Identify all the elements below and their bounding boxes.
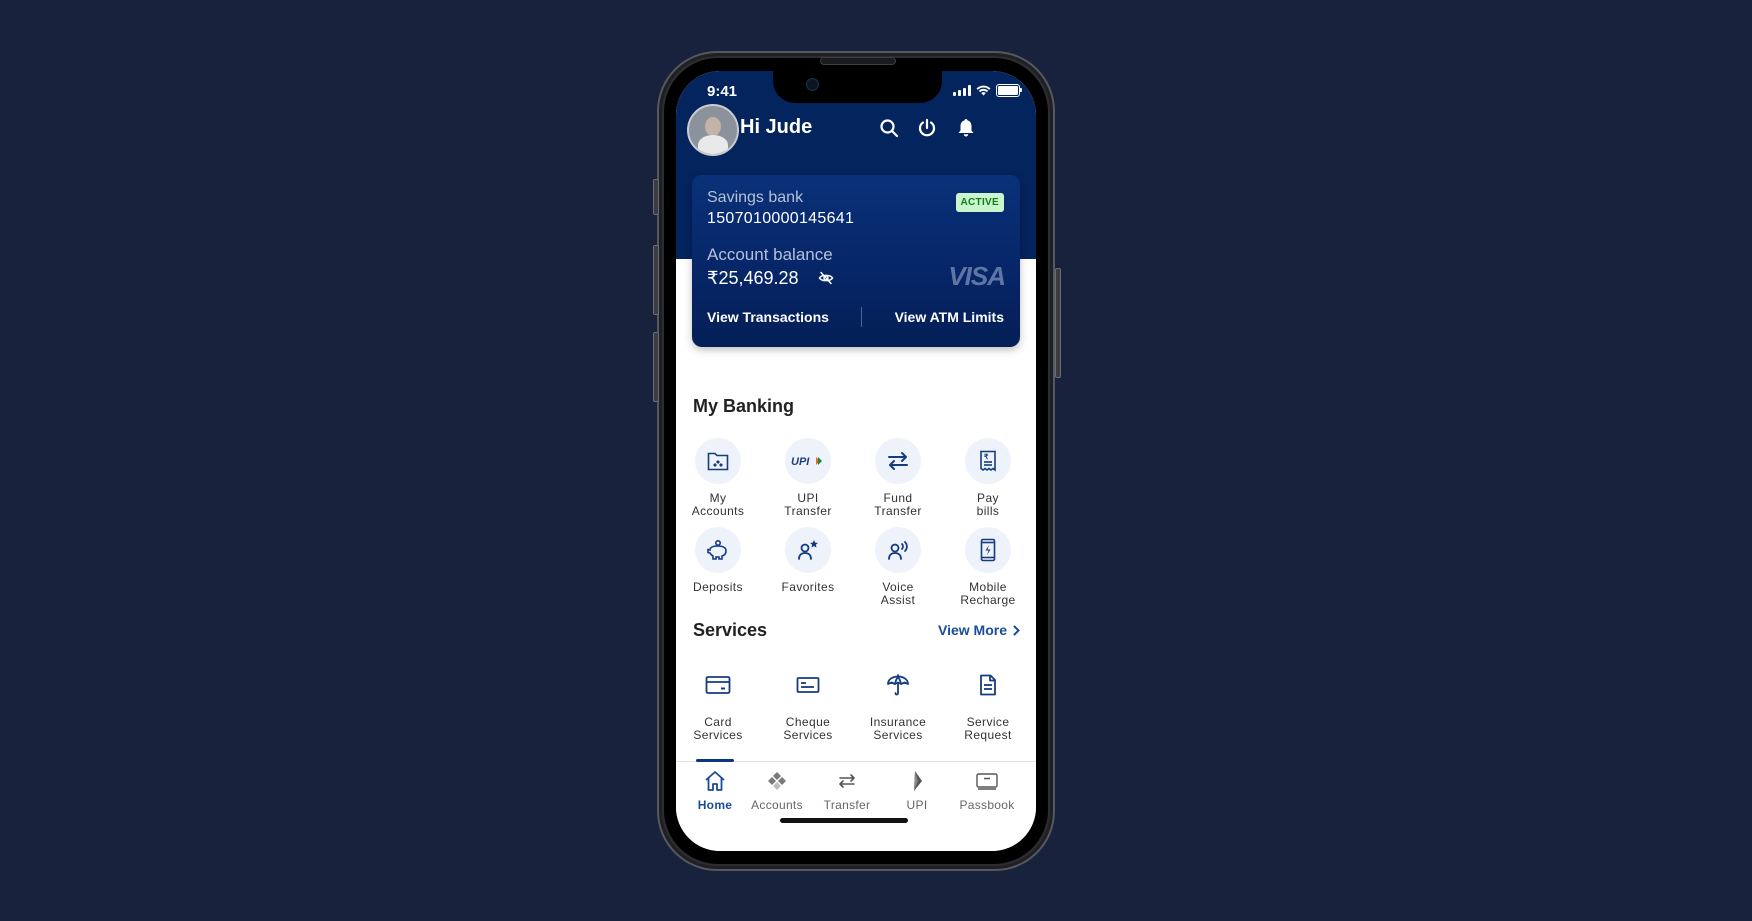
deposits-item[interactable]: Deposits: [676, 527, 763, 594]
insurance-services-item[interactable]: Insurance Services: [853, 662, 943, 742]
view-more-label: View More: [938, 622, 1007, 638]
my-banking-title: My Banking: [693, 396, 795, 416]
piggy-bank-icon: [707, 539, 727, 560]
view-atm-limits-link[interactable]: View ATM Limits: [895, 309, 1004, 325]
voice-assist-label: Voice Assist: [880, 580, 916, 607]
tab-upi-label: UPI: [906, 798, 928, 812]
volume-down-button: [653, 332, 659, 402]
status-icons: [953, 84, 1022, 97]
toggle-balance-visibility[interactable]: [818, 271, 836, 287]
upi-icon: UPI: [791, 456, 822, 467]
home-icon: [705, 771, 725, 791]
pay-bills-item[interactable]: ₹ Pay bills: [943, 438, 1033, 518]
tab-transfer[interactable]: Transfer: [812, 770, 882, 812]
tab-upi[interactable]: UPI: [882, 770, 952, 812]
home-indicator[interactable]: [780, 818, 908, 823]
transfer-arrows-icon: [888, 452, 908, 470]
wifi-icon: [976, 85, 991, 96]
passbook-icon: [976, 773, 998, 790]
voice-person-icon: [888, 541, 908, 560]
view-more-link[interactable]: View More: [938, 622, 1020, 638]
card-link-divider: [861, 307, 862, 327]
account-card: Savings bank 1507010000145641 ACTIVE Acc…: [692, 175, 1020, 347]
insurance-services-label: Insurance Services: [869, 715, 927, 742]
view-transactions-link[interactable]: View Transactions: [707, 309, 829, 325]
power-side-button: [1055, 268, 1061, 378]
deposits-label: Deposits: [693, 580, 743, 594]
voice-assist-item[interactable]: Voice Assist: [853, 527, 943, 607]
cellular-signal-icon: [953, 85, 971, 96]
cheque-services-label: Cheque Services: [783, 715, 833, 742]
tab-transfer-label: Transfer: [823, 798, 871, 812]
status-badge: ACTIVE: [955, 193, 1004, 212]
cheque-icon: [796, 677, 820, 693]
volume-up-button: [653, 245, 659, 315]
visa-logo: VISA: [948, 261, 1006, 291]
fund-transfer-item[interactable]: Fund Transfer: [853, 438, 943, 518]
my-accounts-label: My Accounts: [691, 491, 745, 518]
bottom-tab-bar: Home Accounts Transfer UPI Passbook: [676, 759, 1036, 851]
notch: [773, 71, 942, 103]
account-number: 1507010000145641: [707, 210, 855, 227]
accounts-logo-icon: [768, 772, 786, 790]
card-services-item[interactable]: Card Services: [676, 662, 763, 742]
favorites-label: Favorites: [781, 580, 835, 594]
phone-screen: 9:41 Hi Jude Savings bank 15070100001456…: [676, 71, 1036, 851]
favorites-item[interactable]: Favorites: [763, 527, 853, 594]
mobile-charge-icon: [980, 538, 996, 562]
notifications-button[interactable]: [953, 115, 979, 141]
card-icon: [705, 676, 731, 694]
svg-text:₹: ₹: [984, 453, 989, 461]
mute-switch: [653, 179, 659, 215]
services-title: Services: [693, 620, 768, 640]
svg-text:UPI: UPI: [791, 456, 810, 467]
tab-accounts-label: Accounts: [751, 798, 803, 812]
pay-bills-label: Pay bills: [976, 491, 1000, 518]
transfer-icon: [839, 774, 855, 788]
search-icon: [880, 119, 899, 138]
folder-accounts-icon: [707, 452, 729, 471]
status-time: 9:41: [707, 83, 738, 100]
search-button[interactable]: [876, 115, 902, 141]
service-request-label: Service Request: [964, 715, 1012, 742]
mobile-recharge-item[interactable]: Mobile Recharge: [943, 527, 1033, 607]
bell-icon: [958, 119, 974, 137]
upi-transfer-label: UPI Transfer: [784, 491, 832, 518]
upi-logo-icon: [914, 771, 922, 791]
document-icon: [980, 674, 996, 696]
bill-receipt-icon: ₹: [980, 450, 996, 472]
service-request-item[interactable]: Service Request: [943, 662, 1033, 742]
upi-transfer-item[interactable]: UPI UPI Transfer: [763, 438, 853, 518]
tab-passbook-label: Passbook: [959, 798, 1015, 812]
fund-transfer-label: Fund Transfer: [874, 491, 922, 518]
umbrella-icon: [887, 674, 909, 696]
person-star-icon: [798, 540, 818, 560]
greeting-text: Hi Jude: [740, 116, 813, 138]
tab-home-label: Home: [697, 798, 733, 812]
tab-home[interactable]: Home: [680, 770, 750, 812]
battery-icon: [996, 84, 1022, 97]
logout-button[interactable]: [914, 115, 940, 141]
tab-accounts[interactable]: Accounts: [742, 770, 812, 812]
my-accounts-item[interactable]: My Accounts: [676, 438, 763, 518]
profile-avatar[interactable]: [687, 104, 739, 156]
cheque-services-item[interactable]: Cheque Services: [763, 662, 853, 742]
card-services-label: Card Services: [693, 715, 743, 742]
balance-label: Account balance: [707, 245, 833, 264]
chevron-right-icon: [1013, 625, 1020, 635]
eye-off-icon: [818, 271, 834, 285]
mobile-recharge-label: Mobile Recharge: [960, 580, 1016, 607]
account-type: Savings bank: [707, 189, 804, 206]
active-tab-indicator: [696, 759, 734, 762]
power-icon: [918, 118, 936, 137]
balance-value: ₹25,469.28: [707, 268, 799, 288]
front-camera: [806, 78, 819, 91]
tab-passbook[interactable]: Passbook: [952, 770, 1022, 812]
earpiece-speaker: [820, 57, 896, 65]
